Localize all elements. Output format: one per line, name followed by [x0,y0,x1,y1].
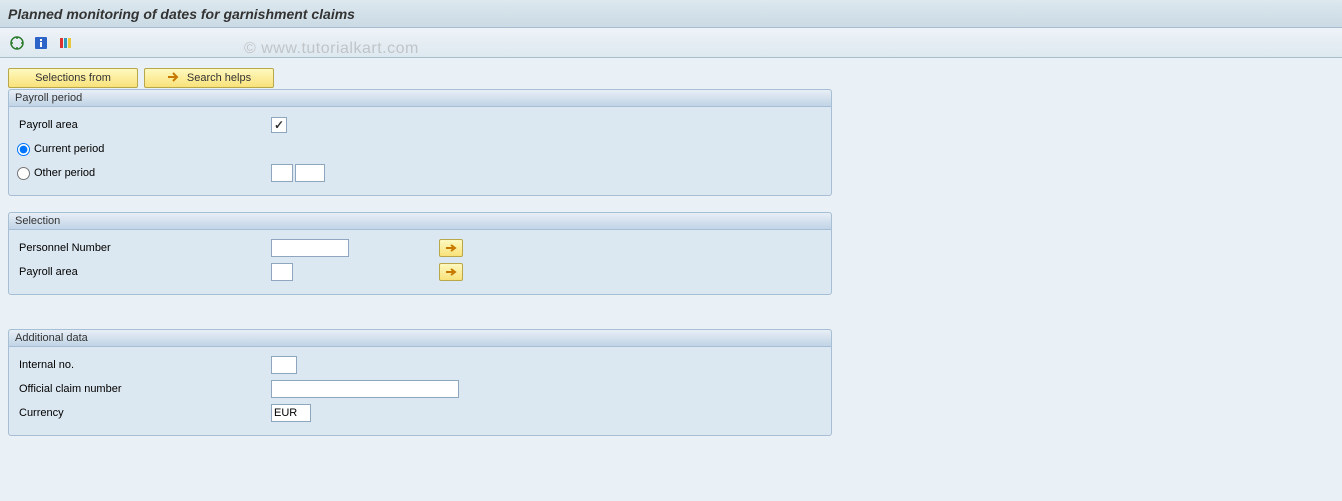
currency-label: Currency [13,407,271,419]
variant-icon[interactable] [56,34,74,52]
official-claim-label: Official claim number [13,383,271,395]
group-body: Payroll area ✓ Current period Other peri… [9,107,831,195]
other-period-input-2[interactable] [295,164,325,182]
row-internal-no: Internal no. [13,353,827,377]
row-payroll-area-sel: Payroll area [13,260,827,284]
header-bar: Planned monitoring of dates for garnishm… [0,0,1342,28]
currency-input[interactable] [271,404,311,422]
row-official-claim: Official claim number [13,377,827,401]
current-period-radio-input[interactable] [17,143,30,156]
execute-icon[interactable] [8,34,26,52]
personnel-number-label: Personnel Number [13,242,271,254]
other-period-radio[interactable]: Other period [13,167,271,180]
button-row: Selections from Search helps [8,68,1334,88]
official-claim-input[interactable] [271,380,459,398]
current-period-label: Current period [34,143,104,155]
group-selection: Selection Personnel Number Payroll area [8,212,832,295]
button-label: Search helps [187,72,251,84]
group-payroll-period: Payroll period Payroll area ✓ Current pe… [8,89,832,196]
button-label: Selections from [35,72,111,84]
payroll-area-sel-input[interactable] [271,263,293,281]
group-additional-data: Additional data Internal no. Official cl… [8,329,832,436]
spacer [8,311,1334,329]
other-period-input-1[interactable] [271,164,293,182]
internal-no-label: Internal no. [13,359,271,371]
row-current-period: Current period [13,137,827,161]
toolbar [0,28,1342,58]
group-title: Payroll period [9,90,831,107]
personnel-number-input[interactable] [271,239,349,257]
content-area: Selections from Search helps Payroll per… [0,58,1342,501]
payroll-area-sel-label: Payroll area [13,266,271,278]
row-currency: Currency [13,401,827,425]
payroll-area-multi-select[interactable] [439,263,463,281]
page-title: Planned monitoring of dates for garnishm… [8,6,355,22]
row-payroll-area: Payroll area ✓ [13,113,827,137]
row-other-period: Other period [13,161,827,185]
internal-no-input[interactable] [271,356,297,374]
row-personnel-number: Personnel Number [13,236,827,260]
group-body: Personnel Number Payroll area [9,230,831,294]
personnel-number-multi-select[interactable] [439,239,463,257]
arrow-icon [167,71,181,86]
other-period-radio-input[interactable] [17,167,30,180]
search-helps-button[interactable]: Search helps [144,68,274,88]
info-icon[interactable] [32,34,50,52]
selections-from-button[interactable]: Selections from [8,68,138,88]
payroll-area-label: Payroll area [13,119,271,131]
current-period-radio[interactable]: Current period [13,143,104,156]
payroll-area-checkbox[interactable]: ✓ [271,117,287,133]
group-body: Internal no. Official claim number Curre… [9,347,831,435]
group-title: Additional data [9,330,831,347]
other-period-label: Other period [34,167,95,179]
group-title: Selection [9,213,831,230]
